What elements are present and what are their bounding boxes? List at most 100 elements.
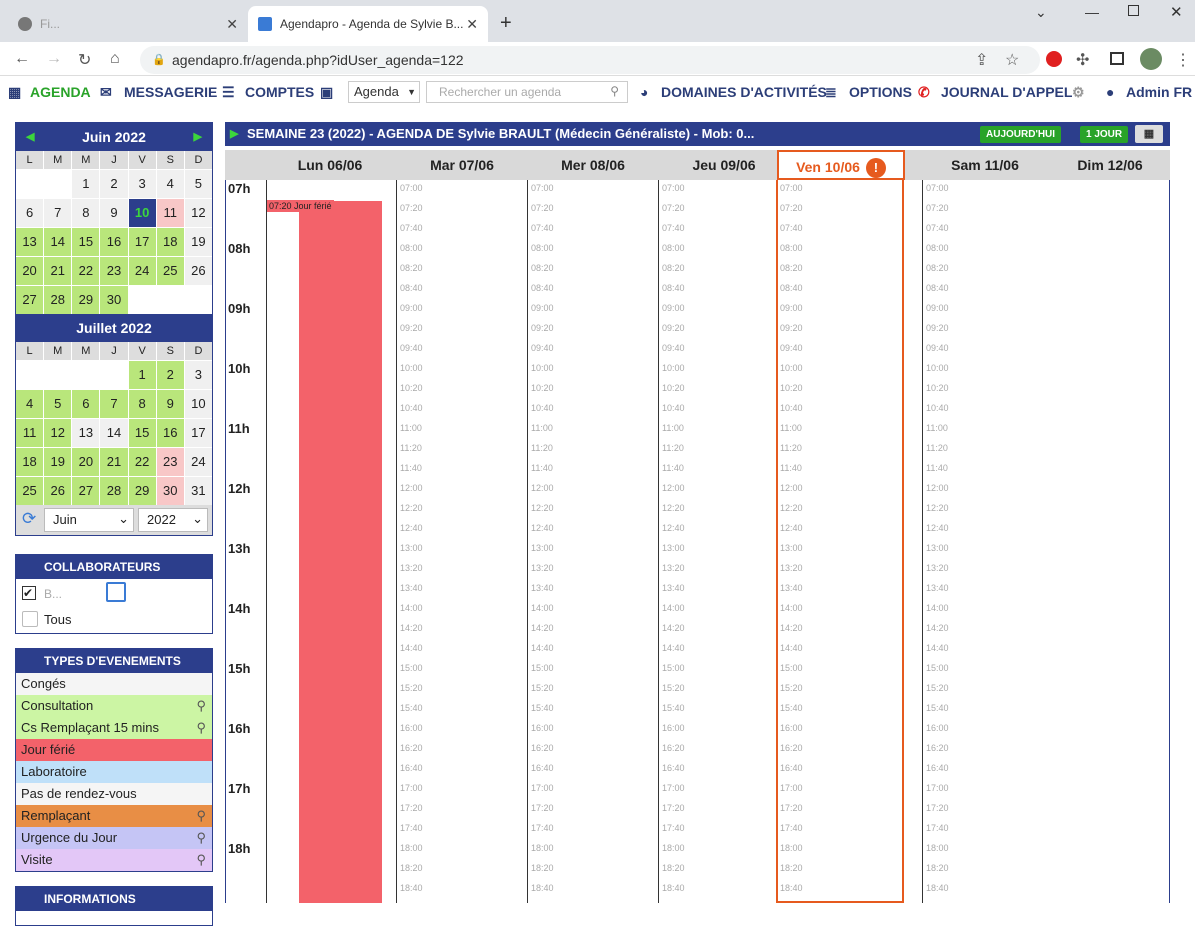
calendar-day[interactable]: 5 [184,170,212,198]
calendar-day[interactable]: 18 [16,448,44,476]
event-type-item[interactable]: Laboratoire [16,761,212,783]
calendar-day[interactable]: 28 [44,286,72,314]
calendar-day[interactable]: 1 [128,361,156,389]
calendar-day[interactable]: 19 [44,448,72,476]
calendar-day[interactable]: 11 [16,419,44,447]
calendar-day[interactable]: 4 [156,170,184,198]
calendar-day[interactable]: 8 [128,390,156,418]
back-icon[interactable]: ← [14,50,30,68]
tab-1[interactable]: Fi... ✕ [8,6,248,42]
calendar-day[interactable]: 2 [100,170,128,198]
calendar-day[interactable]: 30 [156,477,184,505]
refresh-icon[interactable]: ⟳ [22,509,36,529]
maximize-icon[interactable] [1128,5,1139,16]
next-month-icon[interactable]: ▶ [194,123,202,151]
close-icon[interactable]: ✕ [466,16,478,33]
year-select[interactable]: 2022 ⌄ [138,508,208,532]
calendar-day[interactable]: 16 [100,228,128,256]
checkbox-checked[interactable]: ✔ [22,586,36,600]
gear-icon[interactable]: ⚙ [1072,84,1085,101]
calendar-icon[interactable]: ▦ [1135,125,1163,143]
day-header[interactable]: Dim 12/06 [1051,150,1169,180]
calendar-day[interactable]: 22 [128,448,156,476]
event-type-item[interactable]: Urgence du Jour ⚲ [16,827,212,849]
event-type-item[interactable]: Congés [16,673,212,695]
calendar-day[interactable]: 15 [128,419,156,447]
url-field[interactable]: 🔒 agendapro.fr/agenda.php?idUser_agenda=… [140,46,1040,74]
calendar-day[interactable]: 29 [72,286,100,314]
calendar-day[interactable]: 29 [128,477,156,505]
calendar-day[interactable]: 5 [44,390,72,418]
calendar-day[interactable]: 24 [184,448,212,476]
month-select[interactable]: Juin ⌄ [44,508,134,532]
calendar-day[interactable]: 11 [156,199,184,227]
minimize-icon[interactable]: — [1085,4,1099,20]
calendar-day[interactable]: 31 [184,477,212,505]
agenda-select[interactable]: Agenda ▼ [348,81,420,103]
calendar-day[interactable]: 27 [72,477,100,505]
share-icon[interactable]: ⇪ [975,50,988,70]
star-icon[interactable]: ☆ [1005,50,1019,70]
opera-icon[interactable] [1046,51,1062,67]
calendar-day[interactable]: 12 [44,419,72,447]
close-window-icon[interactable]: ✕ [1170,3,1183,21]
calendar-day[interactable]: 21 [100,448,128,476]
calendar-day[interactable]: 24 [128,257,156,285]
nav-agenda[interactable]: AGENDA [30,84,91,100]
nav-messagerie[interactable]: MESSAGERIE [124,84,217,100]
nav-comptes[interactable]: COMPTES [245,84,314,100]
nav-domaines[interactable]: DOMAINES D'ACTIVITÉS [661,84,827,100]
search-icon[interactable]: ⚲ [196,695,206,717]
event-type-item[interactable]: Remplaçant ⚲ [16,805,212,827]
calendar-day[interactable]: 19 [184,228,212,256]
chevron-down-icon[interactable]: ⌄ [1035,4,1047,21]
nav-journal[interactable]: JOURNAL D'APPEL [941,84,1072,100]
calendar-day[interactable]: 6 [72,390,100,418]
calendar-day[interactable]: 13 [72,419,100,447]
search-icon[interactable]: ⚲ [196,827,206,849]
day-header[interactable]: Jeu 09/06 [659,150,789,180]
one-day-button[interactable]: 1 JOUR [1080,126,1129,143]
calendar-day[interactable]: 9 [156,390,184,418]
day-header[interactable]: Mar 07/06 [397,150,527,180]
search-icon[interactable]: ⚲ [196,717,206,739]
calendar-day[interactable]: 14 [44,228,72,256]
calendar-day[interactable]: 26 [184,257,212,285]
calendar-day[interactable]: 7 [44,199,72,227]
home-icon[interactable]: ⌂ [110,50,120,68]
search-icon[interactable]: ⚲ [196,805,206,827]
calendar-day[interactable]: 1 [72,170,100,198]
search-icon[interactable]: ⚲ [196,849,206,871]
menu-icon[interactable]: ⋮ [1175,50,1191,70]
sidepanel-icon[interactable] [1110,52,1124,65]
event-type-item[interactable]: Visite ⚲ [16,849,212,871]
calendar-day[interactable]: 3 [184,361,212,389]
calendar-day[interactable]: 8 [72,199,100,227]
new-tab-icon[interactable]: + [500,12,512,35]
day-header[interactable]: Ven 10/06! [777,150,905,180]
calendar-day[interactable]: 17 [184,419,212,447]
calendar-day[interactable]: 25 [16,477,44,505]
event-type-item[interactable]: Consultation ⚲ [16,695,212,717]
calendar-day[interactable]: 13 [16,228,44,256]
nav-options[interactable]: OPTIONS [849,84,912,100]
calendar-day[interactable]: 26 [44,477,72,505]
calendar-day[interactable]: 23 [156,448,184,476]
calendar-day[interactable]: 27 [16,286,44,314]
calendar-day[interactable]: 21 [44,257,72,285]
calendar-day[interactable]: 23 [100,257,128,285]
calendar-day[interactable]: 30 [100,286,128,314]
calendar-icon[interactable] [106,582,126,602]
tab-2[interactable]: Agendapro - Agenda de Sylvie B... ✕ [248,6,488,42]
calendar-day[interactable]: 20 [72,448,100,476]
prev-month-icon[interactable]: ◀ [26,123,34,151]
calendar-day[interactable]: 7 [100,390,128,418]
day-header[interactable]: Mer 08/06 [528,150,658,180]
calendar-day[interactable]: 20 [16,257,44,285]
reload-icon[interactable]: ↻ [78,50,91,70]
calendar-day[interactable]: 18 [156,228,184,256]
day-header[interactable]: Lun 06/06 [265,150,395,180]
calendar-day[interactable]: 16 [156,419,184,447]
checkbox-unchecked[interactable] [22,611,38,627]
forward-icon[interactable]: → [46,50,62,68]
